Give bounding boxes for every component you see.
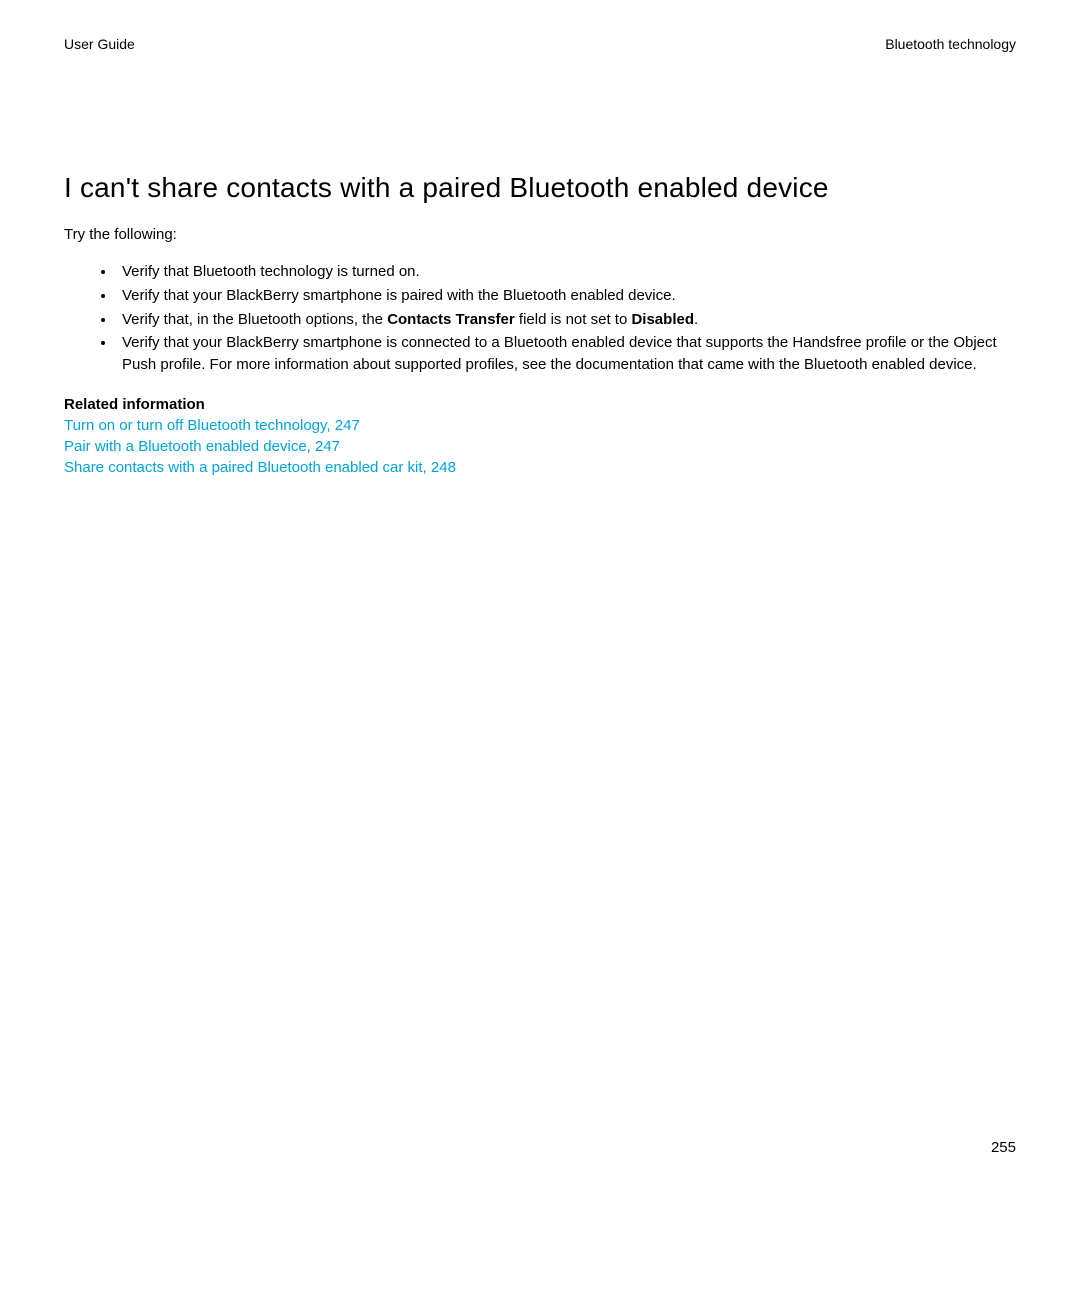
list-item: Verify that your BlackBerry smartphone i… [116, 332, 1016, 376]
list-item: Verify that your BlackBerry smartphone i… [116, 285, 1016, 307]
list-item: Verify that Bluetooth technology is turn… [116, 261, 1016, 283]
header-right: Bluetooth technology [885, 36, 1016, 52]
list-item-text: . [694, 311, 698, 328]
list-item-text: field is not set to [515, 311, 632, 328]
page-number: 255 [991, 1139, 1016, 1156]
page-header: User Guide Bluetooth technology [64, 36, 1016, 52]
page-title: I can't share contacts with a paired Blu… [64, 172, 1016, 204]
related-link[interactable]: Pair with a Bluetooth enabled device, 24… [64, 436, 340, 457]
list-item-text: Verify that, in the Bluetooth options, t… [122, 311, 387, 328]
list-item-bold: Contacts Transfer [387, 311, 515, 328]
bullet-list: Verify that Bluetooth technology is turn… [64, 261, 1016, 376]
intro-text: Try the following: [64, 226, 1016, 243]
list-item: Verify that, in the Bluetooth options, t… [116, 309, 1016, 331]
related-link[interactable]: Turn on or turn off Bluetooth technology… [64, 415, 360, 436]
list-item-bold: Disabled [631, 311, 694, 328]
header-left: User Guide [64, 36, 135, 52]
related-link[interactable]: Share contacts with a paired Bluetooth e… [64, 457, 456, 478]
related-info-heading: Related information [64, 396, 1016, 413]
